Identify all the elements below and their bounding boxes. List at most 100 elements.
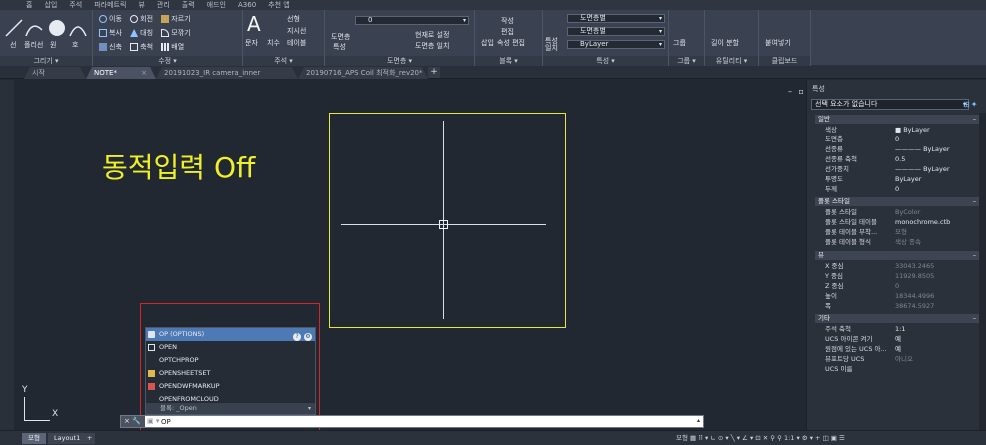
move-tool[interactable]: 이동 [109, 15, 122, 23]
property-row[interactable]: 원점에 있는 UCS 아... 예 [825, 345, 979, 353]
ribbon-tab[interactable]: 삽입 [44, 0, 57, 10]
section-general[interactable]: 일반 – [815, 115, 979, 124]
command-line-buttons[interactable]: × 🔧 [121, 416, 145, 427]
edit-attr-tool[interactable]: 속성 편집 [497, 38, 525, 48]
lineweight-combo[interactable]: ByLayer ▾ [567, 40, 665, 49]
property-row[interactable]: 폭 38674.5927 [825, 302, 979, 310]
property-row[interactable]: Y 중심 11929.8505 [825, 272, 979, 280]
file-tab-note[interactable]: NOTE* × [86, 67, 156, 79]
leader-tool[interactable]: 지시선 [287, 26, 306, 36]
text-big-icon[interactable]: A [247, 12, 261, 36]
layout-tab[interactable]: Layout1 [48, 433, 87, 444]
property-key: 원점에 있는 UCS 아... [825, 345, 887, 353]
layer-props-tool[interactable]: 도면층 [331, 32, 350, 42]
section-misc[interactable]: 기타 – [815, 314, 979, 323]
property-row[interactable]: 뷰포트당 UCS 아니오 [825, 355, 979, 363]
command-input[interactable] [161, 417, 681, 426]
close-icon[interactable]: × [141, 67, 147, 79]
status-toggles[interactable]: 모형 ▦ ⠿ ▾ ∟ ⊙ ▾ ╲ ▾ ∠ ▾ ⊡ ✕ ⚲ ⚲ 1:1 ▾ ⚙ ▾… [676, 433, 845, 444]
property-row[interactable]: 플롯 테이블 형식 색상 종속 [825, 238, 979, 246]
property-row[interactable]: UCS 아이콘 켜기 예 [825, 335, 979, 343]
section-plot-style[interactable]: 플롯 스타일 – [815, 197, 979, 206]
stretch-tool[interactable]: 신축 [109, 43, 122, 51]
ribbon-tab[interactable]: 출력 [182, 0, 195, 10]
property-row[interactable]: 높이 18344.4996 [825, 292, 979, 300]
property-row[interactable]: 도면층 0 [825, 135, 979, 143]
ribbon-tab[interactable]: 파라메트릭 [94, 0, 126, 10]
insert-block-tool[interactable]: 삽입 [481, 38, 494, 48]
text-tool[interactable]: 문자 [245, 38, 258, 48]
groups-panel-label[interactable]: 그룹 ▾ [669, 56, 704, 66]
edit-block-tool[interactable]: 편집 [501, 27, 514, 37]
add-layout-button[interactable]: + [84, 433, 96, 444]
palette-scrollbar[interactable] [979, 113, 986, 430]
table-tool[interactable]: 테이블 [287, 38, 306, 48]
layer-combo[interactable]: 0 ▾ [355, 16, 469, 25]
property-row[interactable]: 선종류 축척 0.5 [825, 155, 979, 163]
ribbon-tab[interactable]: A360 [238, 0, 256, 10]
copy-tool[interactable]: 복사 [109, 29, 122, 37]
paste-tool[interactable]: 붙여넣기 [765, 38, 791, 48]
block-panel: 삽입 작성 편집 속성 편집 블록 ▾ [475, 10, 543, 66]
property-row[interactable]: 선종류 ———— ByLayer [825, 145, 979, 153]
utilities-panel-label[interactable]: 유틸리티 ▾ [705, 56, 758, 66]
ribbon-tab[interactable]: 주석 [69, 0, 82, 10]
modify-panel-label[interactable]: 수정 ▾ [93, 56, 242, 66]
draw-tools-icons[interactable] [4, 16, 89, 38]
annotation-panel-label[interactable]: 주석 ▾ [243, 56, 324, 66]
fillet-tool[interactable]: 모깎기 [171, 29, 190, 37]
draw-panel-label[interactable]: 그리기 ▾ [0, 56, 92, 66]
mirror-tool[interactable]: 대칭 [140, 29, 153, 37]
clipboard-panel-label[interactable]: 클립보드 [759, 56, 810, 66]
property-row[interactable]: 두께 0 [825, 185, 979, 193]
ribbon-tab[interactable]: 추천 앱 [268, 0, 290, 10]
new-tab-button[interactable]: + [428, 67, 440, 78]
ribbon-tab[interactable]: 애드인 [207, 0, 226, 10]
property-row[interactable]: 주석 축척 1:1 [825, 325, 979, 333]
command-prompt-icon[interactable]: ▣ ▾ [147, 417, 159, 425]
property-row[interactable]: UCS 이름 [825, 365, 979, 373]
match-properties-tool[interactable]: 특성 일치 [545, 38, 563, 52]
file-tab-ir-camera[interactable]: 20191023_IR camera_inner shutter_rev04* [156, 67, 298, 79]
trim-tool[interactable]: 자르기 [171, 15, 190, 23]
set-current-tool[interactable]: 현재로 설정 [415, 30, 449, 40]
rotate-tool[interactable]: 회전 [140, 15, 153, 23]
ribbon-tab[interactable]: 홈 [26, 0, 32, 10]
property-row[interactable]: 색상 ■ ByLayer [825, 126, 979, 134]
properties-panel-label[interactable]: 특성 ▾ [543, 56, 668, 66]
color-combo[interactable]: 도면층별 ▾ [567, 14, 665, 23]
layer-props-sub[interactable]: 특성 [333, 42, 346, 52]
property-row[interactable]: 플롯 스타일 ByColor [825, 208, 979, 216]
file-tab-start[interactable]: 시작 [24, 67, 86, 79]
property-row[interactable]: X 중심 33043.2465 [825, 262, 979, 270]
array-tool[interactable]: 배열 [171, 43, 184, 51]
file-tab-aps-coil[interactable]: 20190716_APS Coil 최적화_rev20* [298, 67, 428, 79]
divide-tool[interactable]: 길이 분할 [711, 38, 739, 48]
section-view[interactable]: 뷰 – [815, 251, 979, 260]
property-row[interactable]: 플롯 스타일 테이블 monochrome.ctb [825, 218, 979, 226]
ribbon-tab[interactable]: 관리 [157, 0, 170, 10]
dimension-tool[interactable]: 치수 [267, 38, 280, 48]
property-row[interactable]: 투명도 ByLayer [825, 175, 979, 183]
quick-select-icon[interactable]: ⊞✦ [963, 100, 978, 109]
arc-tool[interactable]: 호 [72, 41, 78, 49]
linear-dim-tool[interactable]: 선형 [287, 14, 300, 24]
block-panel-label[interactable]: 블록 ▾ [475, 56, 542, 66]
chevron-up-icon[interactable]: ▴ [697, 417, 700, 424]
group-tool[interactable]: 그룹 [673, 38, 686, 48]
create-block-tool[interactable]: 작성 [501, 16, 514, 26]
property-key: 플롯 스타일 [825, 208, 857, 216]
property-row[interactable]: 선가중치 ———— ByLayer [825, 165, 979, 173]
linetype-combo[interactable]: 도면층별 ▾ [567, 27, 665, 36]
model-tab[interactable]: 모형 [22, 433, 46, 444]
property-row[interactable]: 플롯 테이블 부착... 모형 [825, 228, 979, 236]
line-tool[interactable]: 선 [10, 41, 16, 49]
polyline-tool[interactable]: 폴리선 [24, 41, 43, 49]
property-row[interactable]: Z 중심 0 [825, 282, 979, 290]
layers-panel-label[interactable]: 도면층 ▾ [325, 56, 474, 66]
circle-tool[interactable]: 원 [50, 41, 56, 49]
match-layer-tool[interactable]: 도면층 일치 [415, 41, 449, 51]
selection-combo[interactable]: 선택 요소가 없습니다 ▾ [811, 99, 969, 110]
scale-tool[interactable]: 축척 [140, 43, 153, 51]
ribbon-tab[interactable]: 뷰 [138, 0, 144, 10]
